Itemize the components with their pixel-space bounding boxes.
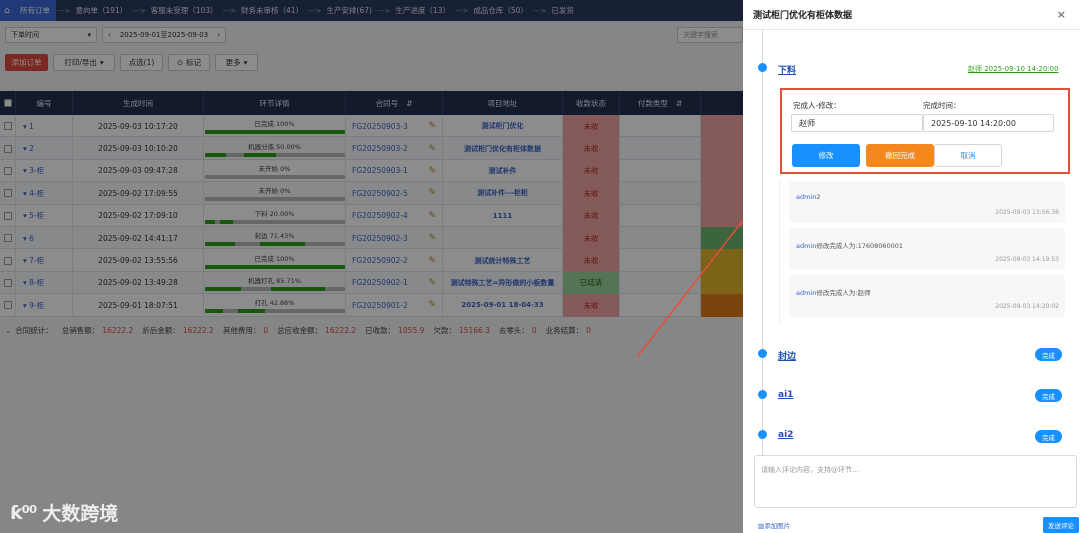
edit-completion-panel: 完成人-修改： 赵师 完成时间： 2025-09-10 14:20:00 修改 … [780,88,1070,174]
add-image-label: 添加图片 [764,522,791,530]
step-ai2[interactable]: ai2 [778,430,793,440]
close-icon[interactable]: × [1057,8,1066,21]
step-ai1[interactable]: ai1 [778,390,793,400]
step-fengbian-badge[interactable]: 完成 [1035,348,1062,361]
comment-body: 2 [816,193,821,201]
comment-item: admin修改完成人为:赵师 2025-09-03 14:20:02 [789,275,1065,317]
cancel-button[interactable]: 取消 [934,144,1002,167]
drawer-header: 测试柜门优化有柜体数据 × [743,0,1080,30]
person-input[interactable]: 赵师 [791,114,923,132]
drawer-title: 测试柜门优化有柜体数据 [753,11,853,21]
comment-text: admin修改完成人为:17608060001 [796,240,903,250]
comment-time: 2025-09-03 14:19:53 [995,256,1059,263]
annotation-arrow [636,219,743,358]
order-list-app: ⌂ 所有订单 ---> 意向单（191） ---> 客服未受理（103） ---> 财务未审… [0,0,743,533]
add-image-button[interactable]: ▨添加图片 [758,520,790,530]
step-ai2-badge[interactable]: 完成 [1035,430,1062,443]
comment-body: 修改完成人为:17608060001 [816,242,904,250]
comment-text: admin修改完成人为:赵师 [796,287,871,297]
person-label: 完成人-修改： [793,101,841,110]
modify-button[interactable]: 修改 [792,144,860,167]
revoke-completion-button[interactable]: 撤回完成 [866,144,934,167]
step-fengbian[interactable]: 封边 [778,349,796,362]
comment-user[interactable]: admin [796,289,816,297]
comment-user[interactable]: admin [796,242,816,250]
step-ai1-badge[interactable]: 完成 [1035,389,1062,402]
timeline-dot [758,390,767,399]
comment-time: 2025-09-03 14:20:02 [995,303,1059,310]
watermark: ƙ⁰⁰ 大数跨境 [10,499,118,526]
timeline-dot [758,63,767,72]
send-comment-button[interactable]: 发送评论 [1043,517,1079,533]
watermark-text: 大数跨境 [42,503,119,525]
comment-user[interactable]: admin [796,193,816,201]
comment-item: admin修改完成人为:17608060001 2025-09-03 14:19… [789,228,1065,270]
comment-input[interactable]: 请输入评论内容，支持@环节... [754,455,1077,508]
comment-item: admin2 2025-09-03 13:56:36 [789,181,1065,223]
time-input[interactable]: 2025-09-10 14:20:00 [923,114,1054,132]
time-label: 完成时间： [923,101,961,110]
comment-text: admin2 [796,193,821,201]
comment-body: 修改完成人为:赵师 [816,289,871,297]
step-xialiao[interactable]: 下料 [778,63,796,76]
timeline-dot [758,349,767,358]
comment-time: 2025-09-03 13:56:36 [995,209,1059,216]
timeline-dot [758,430,767,439]
step-xialiao-meta[interactable]: 赵师 2025-09-10 14:20:00 [968,64,1059,74]
watermark-logo: ƙ⁰⁰ [10,501,37,524]
